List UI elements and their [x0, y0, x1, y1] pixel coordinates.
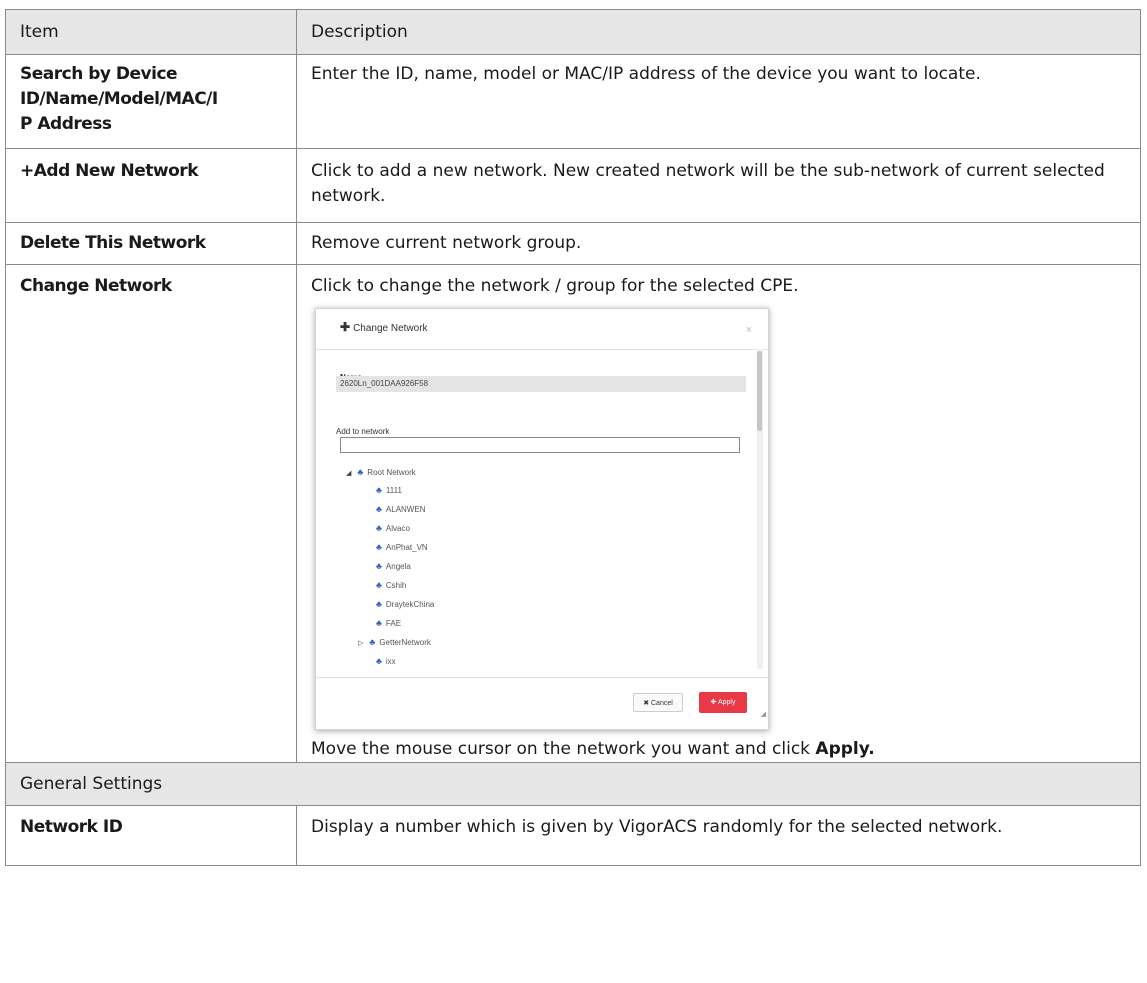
network-icon: ♣	[376, 599, 382, 609]
item-network-id: Network ID	[5, 805, 297, 866]
cancel-button[interactable]: ✖ Cancel	[633, 693, 683, 712]
network-icon: ♣	[376, 504, 382, 514]
tree-node-root[interactable]: ◢ ♣ Root Network	[346, 467, 416, 479]
tree-node-label: 1111	[385, 486, 402, 495]
apply-instruction: Move the mouse cursor on the network you…	[311, 737, 1126, 762]
change-network-dialog-screenshot: ✚Change Network × Name 2620Ln_001DAA926F…	[315, 308, 769, 730]
tree-node[interactable]: ♣ 1111	[376, 485, 402, 496]
header-item: Item	[5, 9, 297, 55]
item-description-table: Item Description Search by Device ID/Nam…	[5, 9, 1141, 866]
dialog-footer	[316, 677, 768, 678]
network-icon: ♣	[376, 523, 382, 533]
network-search-input[interactable]	[340, 437, 740, 453]
tree-node-label: AnPhat_VN	[385, 543, 428, 552]
description-network-id: Display a number which is given by Vigor…	[296, 805, 1141, 866]
tree-node[interactable]: ♣ ixx	[376, 656, 396, 667]
tree-node-label: ixx	[385, 657, 396, 666]
tree-node-label: DraytekChina	[385, 600, 435, 609]
table-header-row: Item Description	[5, 9, 1141, 55]
tree-node[interactable]: ▷ ♣ GetterNetwork	[358, 637, 431, 649]
item-line: ID/Name/Model/MAC/I	[20, 89, 218, 109]
tree-node[interactable]: ♣ Cshih	[376, 580, 406, 591]
item-add-new-network: +Add New Network	[5, 148, 297, 223]
apply-instruction-text: Move the mouse cursor on the network you…	[311, 739, 816, 759]
network-icon: ♣	[369, 637, 376, 647]
x-icon: ✖	[643, 700, 651, 707]
apply-instruction-bold: Apply.	[815, 739, 875, 759]
close-icon[interactable]: ×	[746, 318, 752, 343]
dialog-title: ✚ Change Network	[340, 321, 428, 335]
item-line: Search by Device	[20, 64, 178, 84]
dialog-title-text: Change Network	[353, 323, 428, 334]
description-search: Enter the ID, name, model or MAC/IP addr…	[296, 54, 1141, 149]
network-icon: ♣	[357, 467, 364, 477]
network-icon: ♣	[376, 542, 382, 552]
network-icon: ♣	[376, 618, 382, 628]
tree-node[interactable]: ♣ Alvaco	[376, 523, 410, 534]
plus-icon: ✚	[340, 320, 351, 334]
tree-node[interactable]: ♣ Angela	[376, 561, 411, 572]
description-add-new-network: Click to add a new network. New created …	[296, 148, 1141, 223]
network-icon: ♣	[376, 485, 382, 495]
item-change-network: Change Network	[5, 264, 297, 763]
tree-node-label: FAE	[385, 619, 402, 628]
table-row: Change Network Click to change the netwo…	[5, 264, 1141, 763]
item-delete-this-network: Delete This Network	[5, 222, 297, 265]
dialog-header: ✚ Change Network ×	[316, 309, 768, 350]
network-icon: ♣	[376, 580, 382, 590]
tree-node[interactable]: ♣ AnPhat_VN	[376, 542, 428, 553]
apply-label: Apply	[717, 699, 736, 706]
tree-node-label: Root Network	[367, 468, 416, 477]
network-tree: ◢ ♣ Root Network ♣ 1111 ♣ ALANWEN ♣ Alvaco ♣ A…	[346, 467, 746, 667]
apply-button[interactable]: ✚ Apply	[699, 692, 747, 713]
tree-node[interactable]: ♣ FAE	[376, 618, 401, 629]
tree-node-label: GetterNetwork	[379, 638, 431, 647]
collapse-triangle-icon[interactable]: ▷	[358, 640, 363, 647]
name-value: 2620Ln_001DAA926F58	[336, 376, 746, 392]
tree-node-label: ALANWEN	[385, 505, 426, 514]
header-description: Description	[296, 9, 1141, 55]
resize-handle-icon[interactable]: ◢	[761, 702, 766, 727]
item-line: P Address	[20, 114, 112, 134]
plus-icon: ✚	[710, 699, 718, 706]
cancel-label: Cancel	[651, 700, 673, 707]
tree-node-label: Alvaco	[385, 524, 410, 533]
section-general-settings: General Settings	[5, 762, 1141, 806]
table-row: +Add New Network Click to add a new netw…	[5, 148, 1141, 223]
table-row: Delete This Network Remove current netwo…	[5, 222, 1141, 265]
tree-scrollbar-thumb[interactable]	[757, 351, 762, 431]
section-row: General Settings	[5, 762, 1141, 806]
tree-node-label: Angela	[385, 562, 411, 571]
expand-triangle-icon[interactable]: ◢	[346, 470, 351, 477]
network-icon: ♣	[376, 656, 382, 666]
item-search-by-device: Search by Device ID/Name/Model/MAC/I P A…	[5, 54, 297, 149]
tree-node[interactable]: ♣ ALANWEN	[376, 504, 425, 515]
description-change-network: Click to change the network / group for …	[296, 264, 1141, 763]
tree-node[interactable]: ♣ DraytekChina	[376, 599, 434, 610]
network-icon: ♣	[376, 561, 382, 571]
description-delete-network: Remove current network group.	[296, 222, 1141, 265]
tree-node-label: Cshih	[385, 581, 407, 590]
table-row: Network ID Display a number which is giv…	[5, 805, 1141, 866]
change-network-text: Click to change the network / group for …	[311, 276, 799, 296]
table-row: Search by Device ID/Name/Model/MAC/I P A…	[5, 54, 1141, 149]
